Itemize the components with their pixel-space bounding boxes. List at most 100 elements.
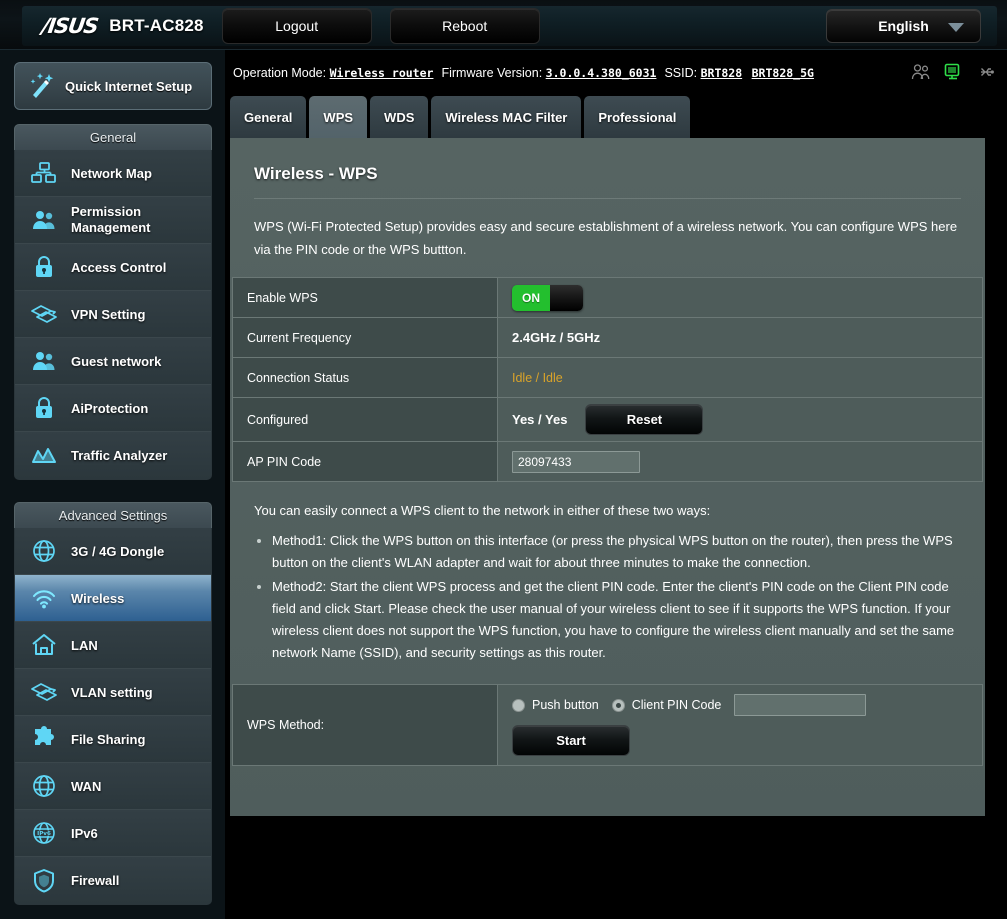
howto-intro: You can easily connect a WPS client to t… bbox=[254, 503, 711, 518]
sidebar-item-wireless[interactable]: Wireless bbox=[15, 575, 211, 622]
sidebar-item-lan[interactable]: LAN bbox=[15, 622, 211, 669]
sidebar-item-label: Firewall bbox=[71, 873, 120, 888]
logout-button[interactable]: Logout bbox=[221, 8, 372, 44]
sidebar-item-aiprotection[interactable]: AiProtection bbox=[15, 385, 211, 432]
sidebar-item-permission-management[interactable]: Permission Management bbox=[15, 197, 211, 244]
sidebar-item-3g-4g-dongle[interactable]: 3G / 4G Dongle bbox=[15, 528, 211, 575]
client-pin-code-label[interactable]: Client PIN Code bbox=[632, 698, 722, 712]
sidebar-item-file-sharing[interactable]: File Sharing bbox=[15, 716, 211, 763]
globe-icon bbox=[27, 536, 61, 566]
row-label-configured: Configured bbox=[232, 397, 498, 442]
sidebar-item-network-map[interactable]: Network Map bbox=[15, 150, 211, 197]
wifi-icon bbox=[27, 583, 61, 613]
reboot-button[interactable]: Reboot bbox=[389, 8, 540, 44]
table-row: Current Frequency 2.4GHz / 5GHz bbox=[232, 317, 983, 358]
status-icons bbox=[911, 62, 995, 81]
ssid-label: SSID: bbox=[664, 65, 698, 80]
row-label-wps-method: WPS Method: bbox=[232, 684, 498, 766]
tab-wps[interactable]: WPS bbox=[309, 96, 368, 138]
table-row: Enable WPS ON bbox=[232, 277, 983, 318]
table-row: AP PIN Code bbox=[232, 441, 983, 482]
sidebar-item-label: Traffic Analyzer bbox=[71, 448, 168, 463]
toggle-on-label: ON bbox=[512, 284, 550, 311]
sidebar-item-wan[interactable]: WAN bbox=[15, 763, 211, 810]
howto-list: Method1: Click the WPS button on this in… bbox=[254, 530, 961, 664]
sidebar-item-label: Access Control bbox=[71, 259, 167, 275]
configured-row: Yes / Yes Reset bbox=[512, 404, 982, 435]
table-row: Configured Yes / Yes Reset bbox=[232, 397, 983, 442]
language-label: English bbox=[878, 18, 929, 34]
start-button[interactable]: Start bbox=[512, 725, 630, 756]
ap-pin-code-input[interactable] bbox=[512, 450, 640, 473]
tab-general[interactable]: General bbox=[230, 96, 307, 138]
wps-method-table: WPS Method: Push button Client PIN Code bbox=[232, 684, 983, 766]
configured-value: Yes / Yes bbox=[512, 412, 568, 427]
row-label-connection-status: Connection Status bbox=[232, 357, 498, 398]
title-divider bbox=[254, 198, 961, 199]
howto-section: You can easily connect a WPS client to t… bbox=[254, 500, 961, 664]
firmware-version-label: Firmware Version: bbox=[441, 65, 543, 80]
client-pin-code-input[interactable] bbox=[734, 694, 867, 716]
row-value-wps-method: Push button Client PIN Code Start bbox=[497, 684, 983, 766]
usb-monitor-icon[interactable] bbox=[943, 62, 963, 81]
network-map-icon bbox=[27, 158, 61, 188]
sidebar-item-label: AiProtection bbox=[71, 400, 149, 416]
client-pin-code-radio[interactable] bbox=[611, 698, 625, 712]
magic-wand-icon bbox=[25, 70, 57, 102]
top-bar-inner: /ISUS BRT-AC828 Logout Reboot English bbox=[22, 6, 997, 46]
router-model-name: BRT-AC828 bbox=[109, 16, 204, 35]
sidebar-item-label: LAN bbox=[71, 637, 98, 653]
firmware-version-value[interactable]: 3.0.0.4.380_6031 bbox=[546, 66, 657, 80]
sidebar-item-vpn-setting[interactable]: VPN Setting bbox=[15, 291, 211, 338]
table-row: Connection Status Idle / Idle bbox=[232, 357, 983, 398]
ssid-group: SSID: BRT828 BRT828_5G bbox=[664, 66, 813, 80]
quick-internet-setup-button[interactable]: Quick Internet Setup bbox=[14, 62, 212, 110]
ssid-2g-value[interactable]: BRT828 bbox=[701, 66, 743, 80]
language-selector[interactable]: English bbox=[826, 9, 981, 43]
sidebar-group-general-list: Network Map Permission Management Access… bbox=[14, 150, 212, 480]
row-value-configured: Yes / Yes Reset bbox=[497, 397, 983, 442]
sidebar-group-advanced: Advanced Settings 3G / 4G Dongle Wireles… bbox=[14, 502, 212, 905]
reset-button[interactable]: Reset bbox=[585, 404, 704, 435]
table-row: WPS Method: Push button Client PIN Code bbox=[232, 684, 983, 766]
ssid-5g-value[interactable]: BRT828_5G bbox=[752, 66, 814, 80]
clients-icon[interactable] bbox=[911, 63, 931, 81]
traffic-analyzer-icon bbox=[27, 441, 61, 471]
tab-professional[interactable]: Professional bbox=[584, 96, 691, 138]
sidebar-item-label: Wireless bbox=[71, 590, 125, 606]
sidebar-item-firewall[interactable]: Firewall bbox=[15, 857, 211, 904]
ipv6-globe-icon: IPv6 bbox=[27, 818, 61, 848]
push-button-radio[interactable] bbox=[512, 698, 525, 712]
sidebar-item-label: Guest network bbox=[71, 353, 162, 369]
sidebar: Quick Internet Setup General Network Map… bbox=[0, 50, 225, 919]
enable-wps-toggle[interactable]: ON bbox=[512, 284, 583, 311]
sidebar-group-advanced-title: Advanced Settings bbox=[14, 502, 212, 528]
row-value-enable-wps: ON bbox=[497, 277, 983, 318]
main-content: Operation Mode: Wireless router Firmware… bbox=[225, 50, 1007, 919]
row-value-connection-status: Idle / Idle bbox=[497, 357, 983, 398]
chevron-down-icon bbox=[948, 23, 964, 32]
sidebar-item-label: File Sharing bbox=[71, 731, 146, 747]
router-admin-page: /ISUS BRT-AC828 Logout Reboot English Qu… bbox=[0, 0, 1007, 919]
vpn-icon bbox=[27, 299, 61, 329]
wps-settings-table: Enable WPS ON Current Frequency 2.4GHz /… bbox=[232, 277, 983, 482]
sidebar-item-traffic-analyzer[interactable]: Traffic Analyzer bbox=[15, 432, 211, 479]
row-label-current-frequency: Current Frequency bbox=[232, 317, 498, 358]
operation-mode-value[interactable]: Wireless router bbox=[330, 66, 434, 80]
usb-icon[interactable] bbox=[975, 64, 995, 80]
tab-wireless-mac-filter[interactable]: Wireless MAC Filter bbox=[431, 96, 582, 138]
shield-icon bbox=[27, 866, 61, 896]
permission-management-icon bbox=[27, 205, 61, 235]
sidebar-item-ipv6[interactable]: IPv6 IPv6 bbox=[15, 810, 211, 857]
push-button-label[interactable]: Push button bbox=[532, 698, 599, 712]
sidebar-item-label: Permission Management bbox=[71, 204, 151, 235]
wps-method-options: Push button Client PIN Code bbox=[512, 694, 982, 716]
sidebar-item-access-control[interactable]: Access Control bbox=[15, 244, 211, 291]
quick-internet-setup-label: Quick Internet Setup bbox=[65, 78, 193, 94]
sidebar-item-guest-network[interactable]: Guest network bbox=[15, 338, 211, 385]
content-panel: Wireless - WPS WPS (Wi-Fi Protected Setu… bbox=[230, 138, 985, 816]
sidebar-item-vlan-setting[interactable]: VLAN setting bbox=[15, 669, 211, 716]
page-title: Wireless - WPS bbox=[254, 164, 378, 183]
sidebar-item-label: IPv6 bbox=[71, 825, 98, 841]
tab-wds[interactable]: WDS bbox=[370, 96, 429, 138]
